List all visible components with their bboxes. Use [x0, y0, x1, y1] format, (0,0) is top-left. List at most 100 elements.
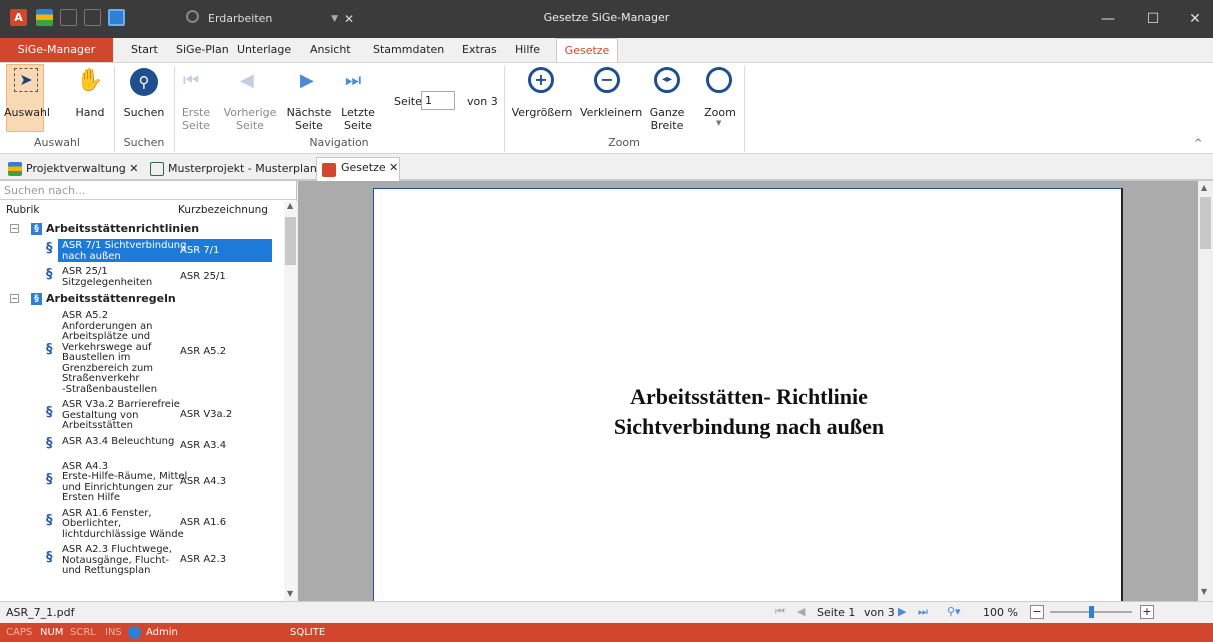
- tree-item-kurz: ASR A1.6: [180, 517, 227, 529]
- zoom-dropdown-button[interactable]: Zoom: [700, 106, 740, 119]
- search-icon[interactable]: ⚲: [130, 68, 158, 96]
- chevron-down-icon[interactable]: ▼: [287, 589, 293, 598]
- last-page-icon[interactable]: ⏭: [918, 605, 928, 619]
- tab-label: Gesetze: [341, 161, 386, 174]
- zoom-out-icon[interactable]: −: [594, 67, 620, 93]
- tab-unterlage[interactable]: Unterlage: [237, 43, 291, 56]
- zoom-in-icon[interactable]: +: [528, 67, 554, 93]
- tree-item[interactable]: § ASR A2.3 Fluchtwege, Notausgänge, Flucht…: [0, 543, 284, 577]
- seite-input[interactable]: 1: [421, 91, 455, 110]
- close-button[interactable]: ✕: [1180, 8, 1210, 30]
- paragraph-icon: §: [46, 549, 53, 565]
- zoom-icon[interactable]: [706, 67, 732, 93]
- tree-item[interactable]: § ASR 25/1 Sitzgelegenheiten ASR 25/1: [0, 265, 284, 288]
- heading-line-2: Sichtverbindung nach außen: [613, 414, 885, 439]
- tree-item-text: -Straßenbaustellen: [62, 383, 158, 395]
- collapse-icon[interactable]: −: [10, 294, 19, 303]
- previous-page-icon[interactable]: ◀: [240, 70, 254, 91]
- law-group-icon: §: [31, 293, 42, 305]
- verkleinern-button[interactable]: Verkleinern: [580, 106, 642, 119]
- first-page-icon[interactable]: ⏮: [183, 70, 199, 91]
- tree-item[interactable]: § ASR A3.4 Beleuchtung ASR A3.4: [0, 435, 284, 457]
- tab-gesetze[interactable]: Gesetze: [556, 38, 618, 63]
- group-suchen-label: Suchen: [123, 136, 165, 149]
- erste-label-2: Seite: [182, 119, 210, 132]
- collapse-ribbon-icon[interactable]: ^: [1194, 138, 1202, 149]
- tree-item[interactable]: § ASR A4.3 Erste-Hilfe-Räume, Mittel und Ei…: [0, 460, 284, 504]
- scroll-thumb[interactable]: [1200, 197, 1211, 249]
- tab-gesetze-doc[interactable]: Gesetze ✕: [316, 157, 400, 181]
- erste-seite-button[interactable]: Erste Seite: [178, 106, 214, 132]
- tab-label: Projektverwaltung: [26, 162, 126, 175]
- vergroessern-button[interactable]: Vergrößern: [510, 106, 574, 119]
- title-bar: A Erdarbeiten ▼ ✕ Gesetze SiGe-Manager — ☐…: [0, 0, 1213, 38]
- maximize-button[interactable]: ☐: [1138, 8, 1168, 30]
- tree-item[interactable]: § ASR A1.6 Fenster, Oberlichter, lichtdurch…: [0, 507, 284, 541]
- minimize-button[interactable]: —: [1093, 8, 1123, 30]
- scroll-thumb[interactable]: [285, 217, 296, 265]
- next-page-icon[interactable]: ▶: [300, 70, 314, 91]
- seite-label: Seite: [394, 95, 422, 108]
- suchen-button[interactable]: Suchen: [118, 106, 170, 119]
- naechste-seite-button[interactable]: Nächste Seite: [284, 106, 334, 132]
- project-icon: [8, 162, 22, 176]
- tab-projektverwaltung[interactable]: Projektverwaltung ✕: [8, 159, 139, 179]
- zoom-icon[interactable]: ⚲▾: [947, 605, 961, 618]
- hand-button[interactable]: Hand: [70, 106, 110, 119]
- chevron-up-icon[interactable]: ▲: [1201, 183, 1207, 192]
- chevron-down-icon[interactable]: ▼: [1201, 587, 1207, 596]
- tab-ansicht[interactable]: Ansicht: [310, 43, 351, 56]
- vorherige-seite-button[interactable]: Vorherige Seite: [222, 106, 278, 132]
- tab-hilfe[interactable]: Hilfe: [515, 43, 540, 56]
- tree-item[interactable]: § ASR A5.2 Anforderungen an Arbeitsplätze u…: [0, 309, 284, 395]
- tree-item-text: ASR A3.4 Beleuchtung: [62, 435, 175, 447]
- ganze-breite-button[interactable]: Ganze Breite: [646, 106, 688, 132]
- tab-extras[interactable]: Extras: [462, 43, 497, 56]
- chevron-up-icon[interactable]: ▲: [287, 201, 293, 210]
- paragraph-icon: §: [46, 471, 53, 487]
- tree-group[interactable]: − § Arbeitsstättenregeln: [0, 291, 284, 307]
- tree-group-label: Arbeitsstättenregeln: [46, 292, 176, 305]
- tab-musterprojekt[interactable]: Musterprojekt - Musterplan ✕: [150, 159, 330, 179]
- close-icon[interactable]: ✕: [129, 162, 138, 175]
- tab-app-menu[interactable]: SiGe-Manager: [0, 38, 113, 62]
- search-input[interactable]: Suchen nach...: [0, 181, 297, 200]
- file-name: ASR_7_1.pdf: [6, 606, 75, 619]
- zoom-in-button[interactable]: +: [1140, 605, 1154, 619]
- bottom-status-bar: CAPS NUM SCRL INS Admin SQLITE: [0, 623, 1213, 642]
- tree-item-text: ASR A2.3 Fluchtwege,: [62, 544, 172, 555]
- paragraph-icon: §: [46, 513, 53, 529]
- user-icon: [128, 626, 141, 639]
- tab-start[interactable]: Start: [131, 43, 158, 56]
- zoom-slider[interactable]: [1050, 606, 1132, 618]
- last-page-icon[interactable]: ⏭: [345, 70, 361, 91]
- naechste-label-2: Seite: [295, 119, 323, 132]
- viewer-scrollbar[interactable]: ▲ ▼: [1198, 181, 1213, 601]
- tree-group[interactable]: − § Arbeitsstättenrichtlinien: [0, 221, 284, 237]
- zoom-out-button[interactable]: −: [1030, 605, 1044, 619]
- tree-item[interactable]: § ASR 7/1 Sichtverbindung nach außen ASR 7/…: [0, 239, 284, 262]
- col-rubrik[interactable]: Rubrik: [6, 201, 39, 219]
- next-page-icon[interactable]: ▶: [898, 605, 906, 618]
- first-page-icon[interactable]: ⏮: [775, 605, 785, 619]
- tree-scrollbar[interactable]: ▲ ▼: [284, 201, 297, 601]
- letzte-seite-button[interactable]: Letzte Seite: [338, 106, 378, 132]
- tree-item-text: Arbeitsstätten: [62, 420, 133, 431]
- tab-sige-plan[interactable]: SiGe-Plan: [176, 43, 229, 56]
- ins-indicator: INS: [105, 627, 122, 638]
- hand-icon[interactable]: ✋: [76, 68, 103, 93]
- col-kurzbezeichnung[interactable]: Kurzbezeichnung: [178, 201, 268, 219]
- erste-label-1: Erste: [181, 106, 211, 119]
- tab-stammdaten[interactable]: Stammdaten: [373, 43, 444, 56]
- group-auswahl-label: Auswahl: [34, 136, 80, 149]
- tree-item[interactable]: § ASR V3a.2 Barrierefreie Gestaltung von Ar…: [0, 398, 284, 432]
- collapse-icon[interactable]: −: [10, 224, 19, 233]
- law-group-icon: §: [31, 223, 42, 235]
- close-icon[interactable]: ✕: [389, 161, 398, 174]
- column-header: Rubrik Kurzbezeichnung: [0, 201, 284, 219]
- naechste-label-1: Nächste: [286, 106, 332, 119]
- zoom-slider-thumb[interactable]: [1089, 606, 1094, 618]
- previous-page-icon[interactable]: ◀: [797, 605, 805, 618]
- fit-width-icon[interactable]: ◂▸: [654, 67, 680, 93]
- paragraph-icon: §: [46, 404, 53, 420]
